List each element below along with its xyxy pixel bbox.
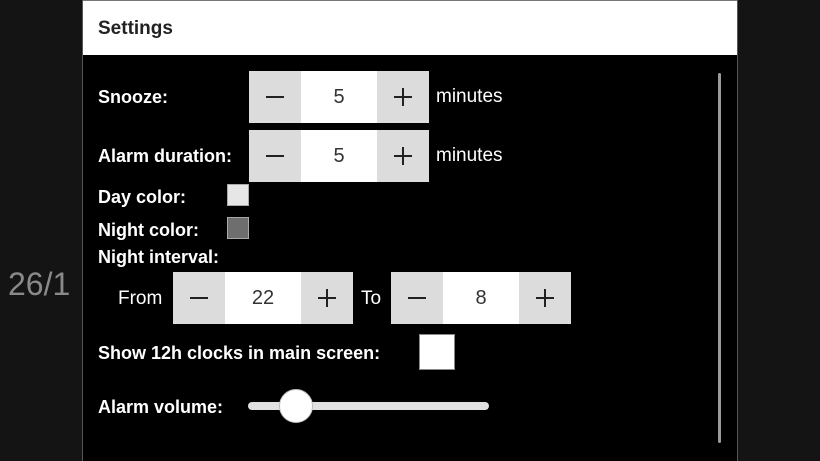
night-from-increment-button[interactable] <box>301 272 353 324</box>
snooze-stepper: 5 <box>249 71 429 123</box>
day-color-swatch[interactable] <box>227 184 249 206</box>
alarm-volume-label: Alarm volume: <box>98 397 224 417</box>
night-to-increment-button[interactable] <box>519 272 571 324</box>
snooze-increment-button[interactable] <box>377 71 429 123</box>
day-color-label: Day color: <box>98 187 187 207</box>
dialog-scrollbar[interactable] <box>718 73 721 443</box>
alarm-duration-decrement-button[interactable] <box>249 130 301 182</box>
snooze-unit: minutes <box>436 86 503 107</box>
alarm-duration-increment-button[interactable] <box>377 130 429 182</box>
snooze-decrement-button[interactable] <box>249 71 301 123</box>
night-interval-to-label: To <box>361 288 382 309</box>
night-to-value[interactable]: 8 <box>443 272 519 324</box>
minus-icon <box>266 96 284 98</box>
alarm-duration-value[interactable]: 5 <box>301 130 377 182</box>
minus-icon <box>190 297 208 299</box>
night-to-stepper: 8 <box>391 272 571 324</box>
show-12h-label: Show 12h clocks in main screen: <box>98 343 381 363</box>
dialog-header: Settings <box>83 0 737 55</box>
night-from-value[interactable]: 22 <box>225 272 301 324</box>
minus-icon <box>266 155 284 157</box>
alarm-duration-label: Alarm duration: <box>98 146 233 166</box>
settings-dialog: Settings Snooze: 5 minutes Alarm duratio… <box>82 0 738 461</box>
night-interval-from-label: From <box>118 288 163 309</box>
night-from-stepper: 22 <box>173 272 353 324</box>
night-to-decrement-button[interactable] <box>391 272 443 324</box>
snooze-value[interactable]: 5 <box>301 71 377 123</box>
minus-icon <box>408 297 426 299</box>
alarm-volume-slider-thumb[interactable] <box>279 389 314 423</box>
night-interval-label: Night interval: <box>98 247 220 267</box>
snooze-label: Snooze: <box>98 87 168 107</box>
alarm-duration-unit: minutes <box>436 145 503 166</box>
background-date-text: 26/1 <box>8 266 71 302</box>
night-color-label: Night color: <box>98 220 199 240</box>
alarm-duration-stepper: 5 <box>249 130 429 182</box>
dialog-title: Settings <box>98 18 173 39</box>
night-color-swatch[interactable] <box>227 217 249 239</box>
night-from-decrement-button[interactable] <box>173 272 225 324</box>
show-12h-checkbox[interactable] <box>419 334 455 370</box>
